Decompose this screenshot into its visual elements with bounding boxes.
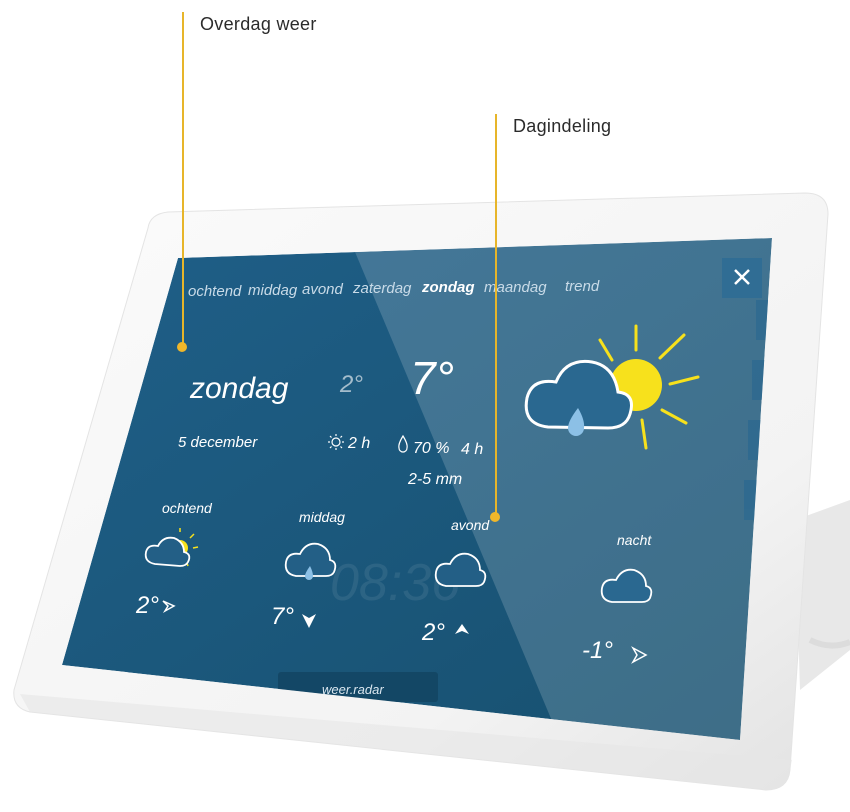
day-temp-max: 7° <box>410 352 454 404</box>
cloud-moon-icon <box>434 552 493 588</box>
callout-dagindeling: Dagindeling <box>513 116 612 136</box>
day-name: zondag <box>189 372 289 405</box>
background-clock: 08:36 <box>330 554 460 612</box>
part-temp-ochtend: 2° <box>135 592 159 619</box>
background-footer: weer.radar <box>322 682 384 697</box>
cloud-moon-icon <box>600 568 665 604</box>
part-label-middag: middag <box>299 509 345 525</box>
part-label-nacht: nacht <box>617 532 652 548</box>
cloud-rain-icon <box>284 542 337 580</box>
close-icon <box>734 269 750 285</box>
day-date: 5 december <box>178 434 258 451</box>
callout-overdag-weer: Overdag weer <box>200 14 317 34</box>
part-temp-nacht: -1° <box>582 637 613 664</box>
tablet-device: 08:36 weer.radar ochtend middag avond za… <box>13 12 850 791</box>
raindrop-icon <box>398 434 408 453</box>
tab-middag[interactable]: middag <box>248 282 298 299</box>
device-stand <box>795 500 850 690</box>
tab-maandag[interactable]: maandag <box>484 279 547 296</box>
device-bezel <box>13 192 829 791</box>
weather-screen: 08:36 weer.radar <box>62 238 772 740</box>
rain-probability: 70 % <box>413 440 449 457</box>
part-temp-middag: 7° <box>271 603 294 630</box>
rain-amount: 2-5 mm <box>407 471 462 488</box>
dagindeling: ochtend 2° middag 7° avond 2° nacht -1° <box>135 500 665 664</box>
close-button[interactable] <box>722 258 762 298</box>
wind-arrow-icon <box>631 646 648 664</box>
tab-bar: ochtend middag avond zaterdag zondag maa… <box>188 278 600 300</box>
rain-hours: 4 h <box>461 441 483 458</box>
tab-ochtend[interactable]: ochtend <box>188 283 242 300</box>
sun-icon <box>328 434 344 450</box>
sun-hours: 2 h <box>347 435 370 452</box>
wind-arrow-icon <box>162 600 176 614</box>
cloud-sun-icon <box>144 528 199 567</box>
tab-avond[interactable]: avond <box>302 281 344 298</box>
cloud-sun-rain-icon <box>524 324 700 450</box>
tab-trend[interactable]: trend <box>565 278 600 295</box>
part-label-ochtend: ochtend <box>162 500 213 516</box>
callout-dot-dagindeling <box>490 512 500 522</box>
part-label-avond: avond <box>451 517 490 533</box>
callout-dot-overdag <box>177 342 187 352</box>
tab-zondag[interactable]: zondag <box>421 279 475 296</box>
wind-arrow-icon <box>455 624 469 634</box>
wind-arrow-icon <box>302 614 316 628</box>
part-temp-avond: 2° <box>421 619 445 646</box>
tab-zaterdag[interactable]: zaterdag <box>352 280 412 297</box>
day-temp-min: 2° <box>339 371 363 398</box>
